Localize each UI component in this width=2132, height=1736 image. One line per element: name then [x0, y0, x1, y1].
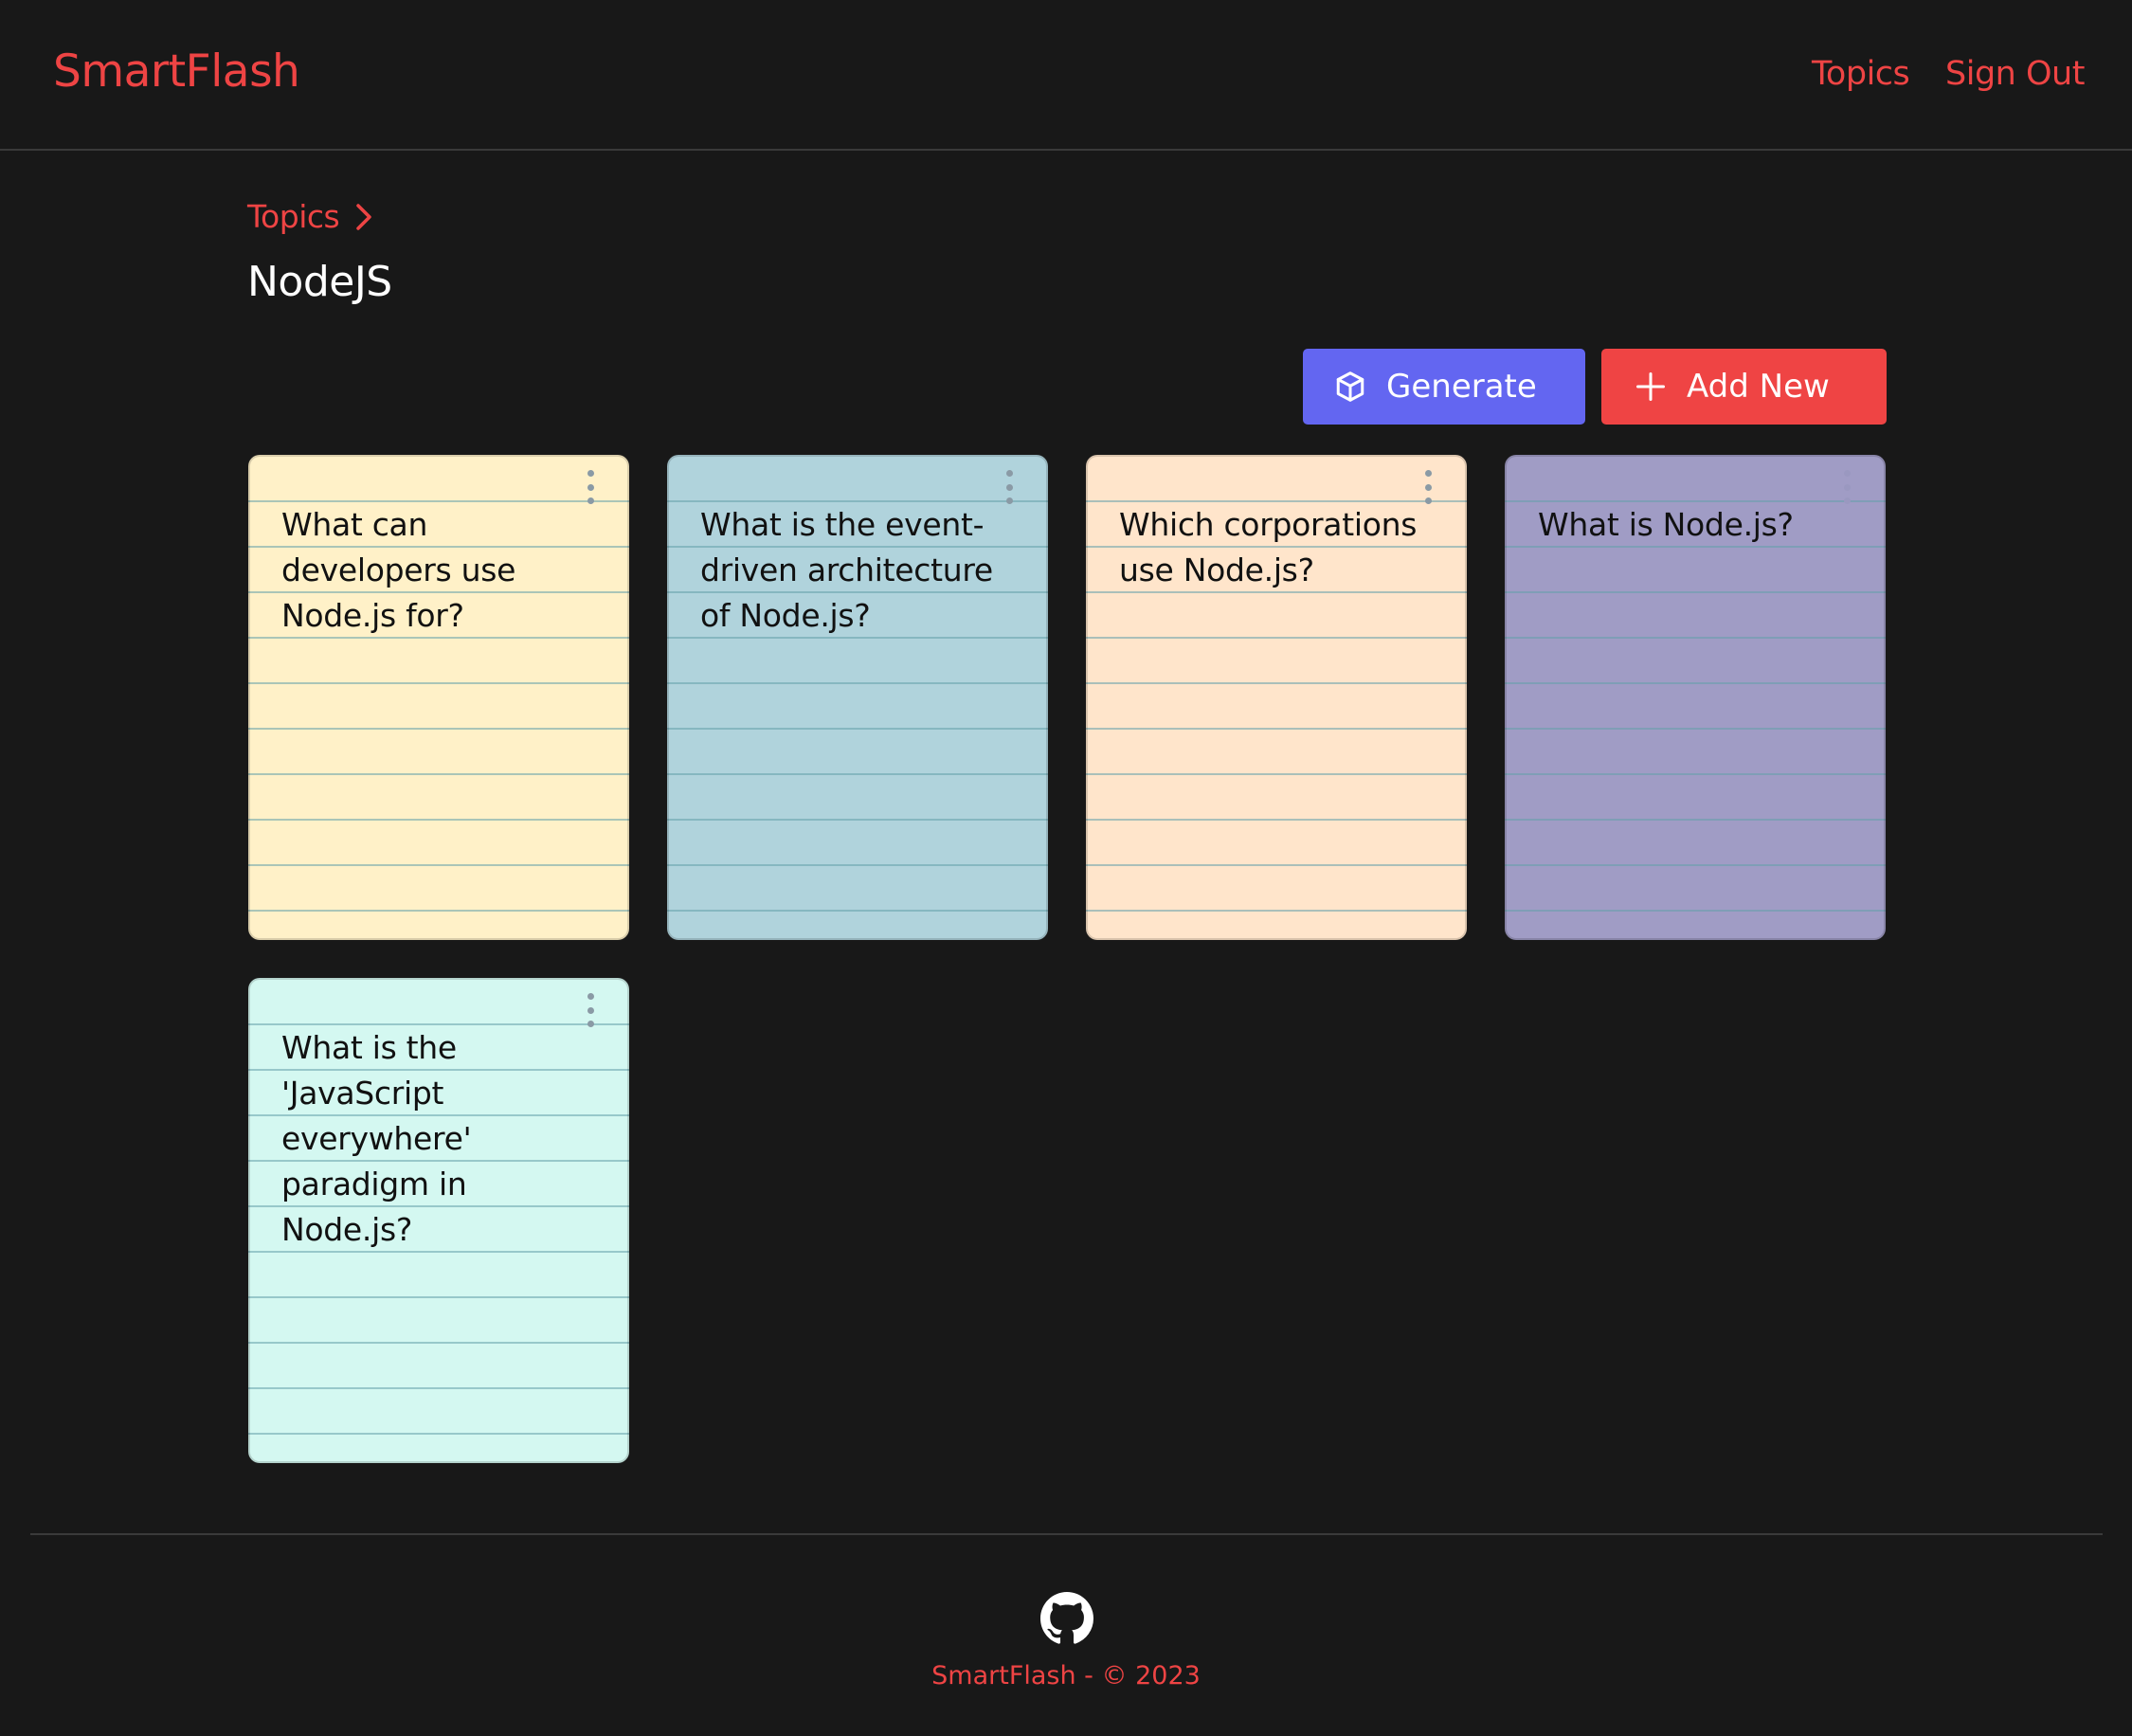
- more-vertical-icon[interactable]: [1421, 470, 1435, 504]
- flashcard[interactable]: Which corporations use Node.js?: [1086, 455, 1467, 940]
- flashcard[interactable]: What is Node.js?: [1505, 455, 1886, 940]
- generate-button-label: Generate: [1386, 368, 1537, 406]
- more-vertical-icon[interactable]: [584, 993, 597, 1027]
- flashcard[interactable]: What can developers use Node.js for?: [248, 455, 629, 940]
- add-new-button[interactable]: Add New: [1601, 349, 1887, 425]
- flashcard-question: Which corporations use Node.js?: [1119, 506, 1418, 588]
- github-icon[interactable]: [1040, 1592, 1093, 1645]
- brand-logo[interactable]: SmartFlash: [53, 45, 300, 98]
- footer-copyright: SmartFlash - © 2023: [931, 1661, 1201, 1691]
- flashcard-question: What can developers use Node.js for?: [281, 506, 516, 634]
- breadcrumb: Topics: [247, 198, 375, 235]
- more-vertical-icon[interactable]: [584, 470, 597, 504]
- nav-link-sign-out[interactable]: Sign Out: [1945, 55, 2085, 93]
- navbar: SmartFlash Topics Sign Out: [0, 0, 2132, 151]
- flashcard-question: What is Node.js?: [1538, 506, 1794, 543]
- breadcrumb-topics[interactable]: Topics: [247, 198, 340, 235]
- flashcard[interactable]: What is the event-driven architecture of…: [667, 455, 1048, 940]
- more-vertical-icon[interactable]: [1840, 470, 1853, 504]
- flashcard-question: What is the 'JavaScript everywhere' para…: [281, 1029, 472, 1248]
- flashcard[interactable]: What is the 'JavaScript everywhere' para…: [248, 978, 629, 1463]
- generate-button[interactable]: Generate: [1303, 349, 1585, 425]
- footer-divider: [30, 1533, 2103, 1535]
- page-title: NodeJS: [247, 258, 392, 306]
- more-vertical-icon[interactable]: [1003, 470, 1016, 504]
- cube-icon: [1333, 370, 1367, 404]
- flashcard-question: What is the event-driven architecture of…: [700, 506, 993, 634]
- chevron-right-icon: [352, 200, 375, 234]
- plus-icon: [1634, 370, 1668, 404]
- nav-link-topics[interactable]: Topics: [1812, 55, 1910, 93]
- add-new-button-label: Add New: [1687, 368, 1830, 406]
